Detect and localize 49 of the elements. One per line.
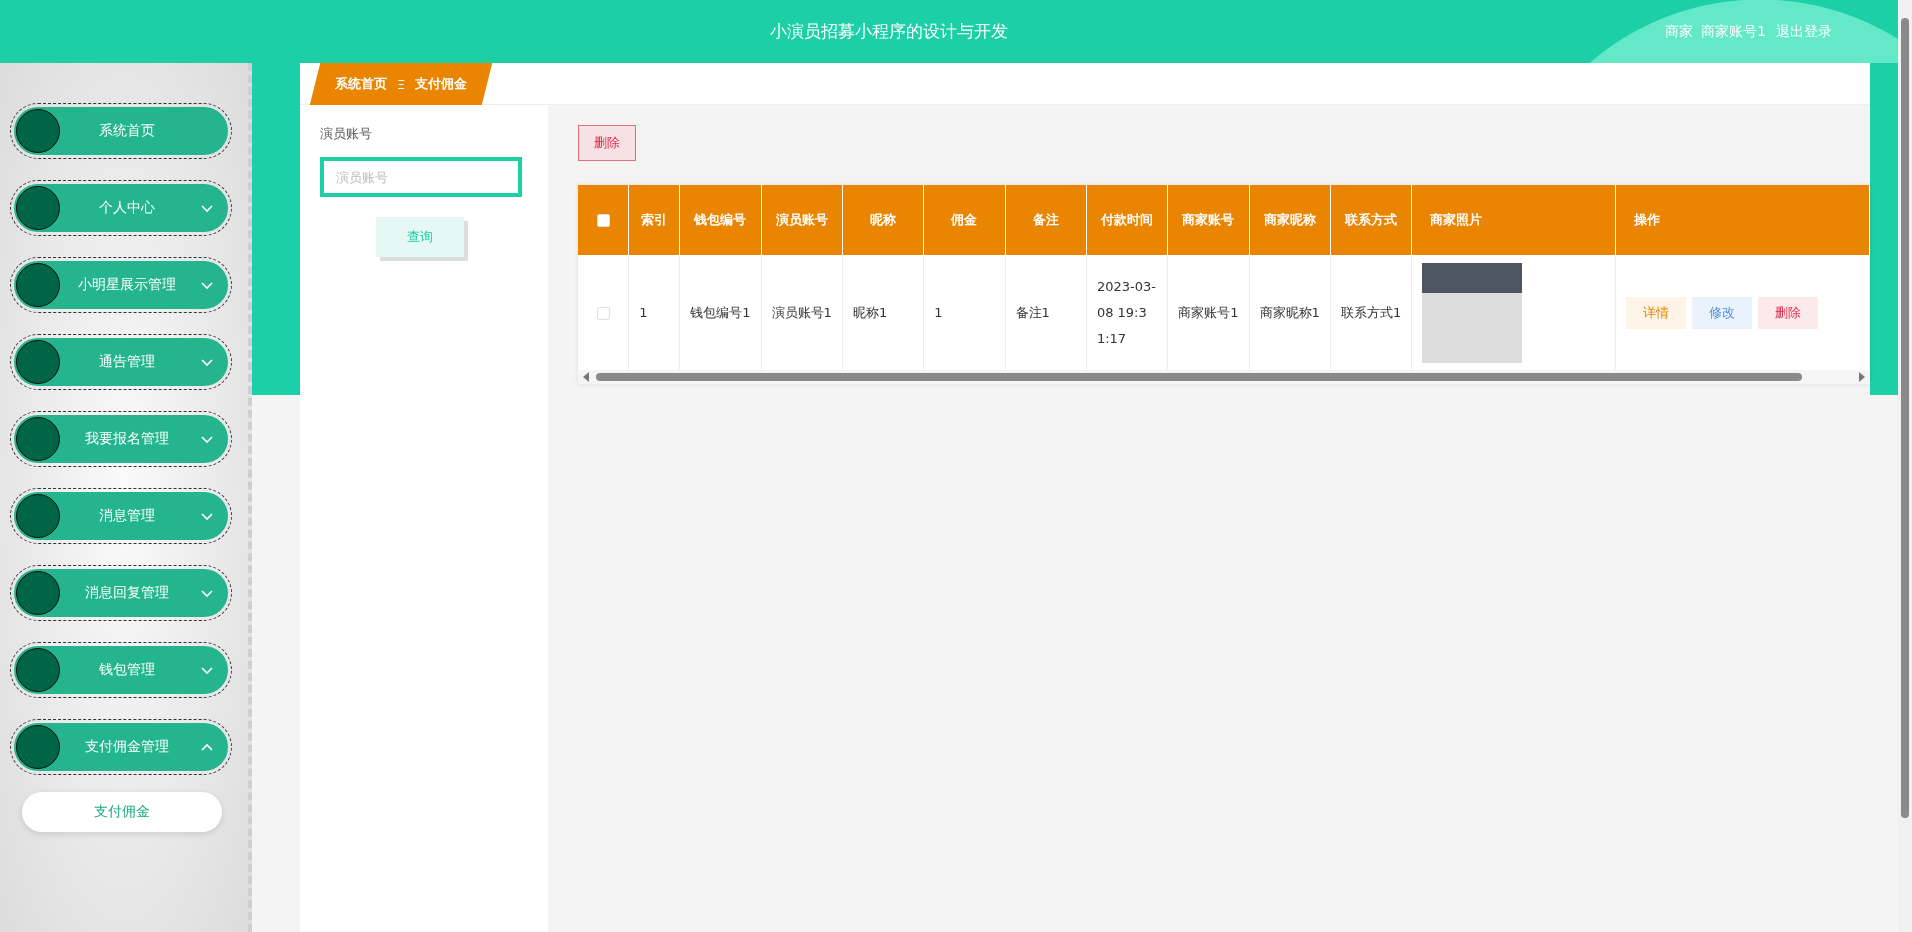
column-header: 商家照片	[1411, 185, 1616, 255]
menu-item[interactable]: 小明星展示管理	[14, 261, 228, 309]
column-header: 商家昵称	[1249, 185, 1331, 255]
circle-icon	[16, 571, 60, 615]
circle-icon	[16, 725, 60, 769]
delete-button[interactable]: 删除	[578, 125, 636, 161]
left-arrow-icon[interactable]	[582, 372, 590, 382]
menu-item[interactable]: 系统首页	[14, 107, 228, 155]
column-header: 商家账号	[1167, 185, 1250, 255]
field-label: 演员账号	[320, 125, 373, 143]
breadcrumb-separator: Ξ	[397, 76, 406, 91]
menu-item[interactable]: 钱包管理	[14, 646, 228, 694]
detail-button[interactable]: 详情	[1625, 296, 1686, 329]
circle-icon	[16, 340, 60, 384]
circle-icon	[16, 109, 60, 153]
circle-icon	[16, 648, 60, 692]
circle-icon	[16, 186, 60, 230]
menu-item[interactable]: 个人中心	[14, 184, 228, 232]
breadcrumb-link[interactable]: 支付佣金	[415, 74, 468, 93]
menu-item[interactable]: 我要报名管理	[14, 415, 228, 463]
user-account: 商家账号1	[1701, 22, 1766, 41]
breadcrumb-link[interactable]: 系统首页	[335, 74, 387, 93]
row-checkbox[interactable]	[596, 306, 610, 320]
column-header: 联系方式	[1330, 185, 1412, 255]
column-header: 操作	[1615, 185, 1870, 255]
circle-icon	[16, 417, 60, 461]
column-header: 昵称	[842, 185, 924, 255]
edit-button[interactable]: 修改	[1691, 296, 1752, 329]
horizontal-scrollbar[interactable]	[578, 370, 1870, 384]
select-all-checkbox[interactable]	[596, 214, 610, 227]
input-field[interactable]: 演员账号	[320, 157, 522, 197]
menu-item[interactable]: 通告管理	[14, 338, 228, 386]
submenu-item[interactable]: 支付佣金	[22, 792, 222, 832]
column-header: 演员账号	[761, 185, 843, 255]
app-title: 小演员招募小程序的设计与开发	[768, 20, 1009, 43]
column-header: 索引	[628, 185, 680, 255]
menu-item[interactable]: 消息管理	[14, 492, 228, 540]
delete-button[interactable]: 删除	[1757, 296, 1818, 329]
circle-icon	[16, 494, 60, 538]
logout-link[interactable]: 退出登录	[1776, 22, 1832, 41]
user-role: 商家	[1665, 22, 1694, 41]
column-header: 钱包编号	[679, 185, 762, 255]
column-header: 付款时间	[1086, 185, 1168, 255]
right-arrow-icon[interactable]	[1858, 372, 1866, 382]
column-header: 佣金	[923, 185, 1006, 255]
menu-item[interactable]: 消息回复管理	[14, 569, 228, 617]
circle-icon	[16, 263, 60, 307]
column-header: 备注	[1005, 185, 1087, 255]
menu-item[interactable]: 支付佣金管理	[14, 723, 228, 771]
